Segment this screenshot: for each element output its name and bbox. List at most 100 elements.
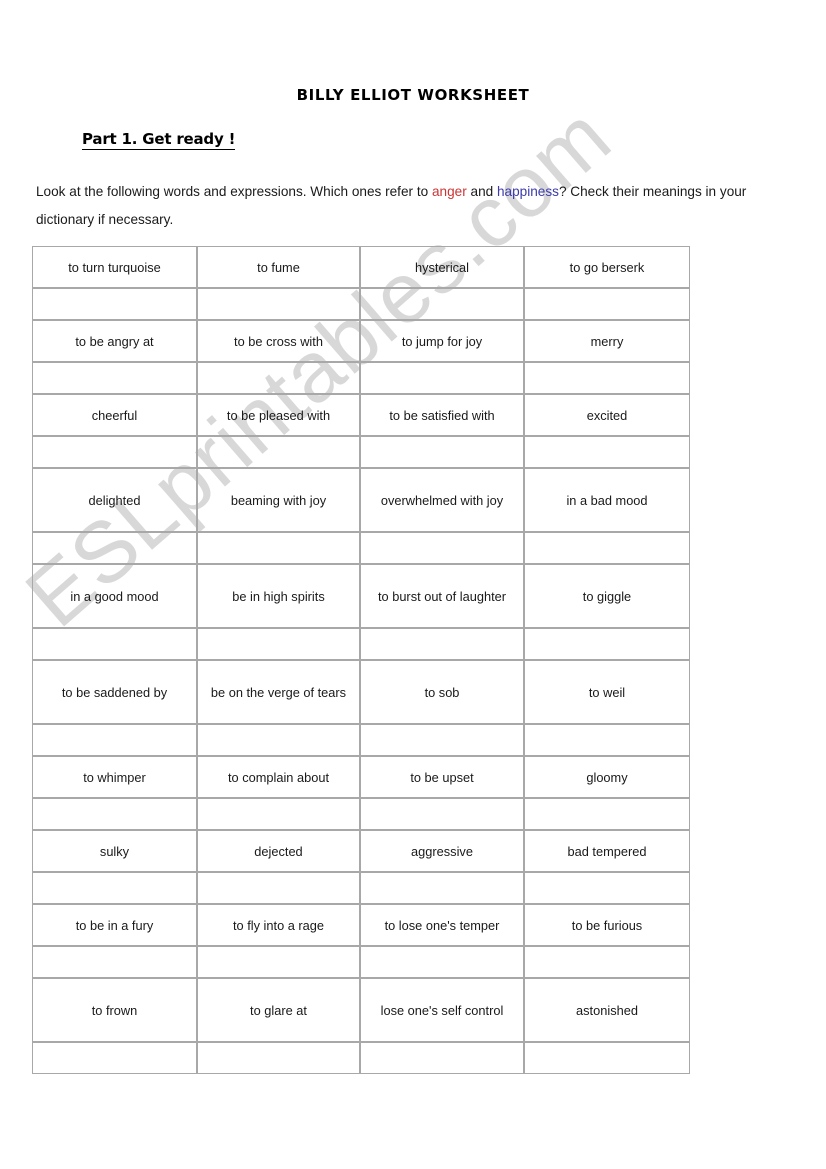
table-row: to whimper to complain about to be upset gl…: [32, 756, 690, 798]
answer-cell[interactable]: [32, 436, 197, 468]
vocabulary-cell[interactable]: to giggle: [524, 564, 690, 628]
answer-cell[interactable]: [32, 946, 197, 978]
answer-cell[interactable]: [360, 362, 524, 394]
vocabulary-cell[interactable]: to be angry at: [32, 320, 197, 362]
vocabulary-cell[interactable]: delighted: [32, 468, 197, 532]
vocabulary-cell[interactable]: to complain about: [197, 756, 360, 798]
answer-cell[interactable]: [524, 288, 690, 320]
answer-cell[interactable]: [197, 798, 360, 830]
vocabulary-cell[interactable]: beaming with joy: [197, 468, 360, 532]
answer-cell[interactable]: [524, 798, 690, 830]
vocabulary-cell[interactable]: sulky: [32, 830, 197, 872]
vocabulary-cell[interactable]: aggressive: [360, 830, 524, 872]
answer-cell[interactable]: [197, 288, 360, 320]
answer-cell[interactable]: [360, 798, 524, 830]
answer-cell[interactable]: [360, 872, 524, 904]
answer-row: [32, 724, 690, 756]
answer-cell[interactable]: [32, 872, 197, 904]
answer-cell[interactable]: [524, 362, 690, 394]
answer-cell[interactable]: [197, 1042, 360, 1074]
answer-cell[interactable]: [32, 628, 197, 660]
answer-cell[interactable]: [32, 532, 197, 564]
answer-row: [32, 1042, 690, 1074]
vocabulary-cell[interactable]: gloomy: [524, 756, 690, 798]
highlight-anger: anger: [431, 184, 467, 199]
vocabulary-cell[interactable]: to be pleased with: [197, 394, 360, 436]
answer-cell[interactable]: [32, 724, 197, 756]
vocabulary-cell[interactable]: in a good mood: [32, 564, 197, 628]
answer-cell[interactable]: [197, 724, 360, 756]
part-heading: Part 1. Get ready !: [82, 130, 236, 150]
answer-cell[interactable]: [360, 288, 524, 320]
vocabulary-cell[interactable]: cheerful: [32, 394, 197, 436]
answer-cell[interactable]: [524, 532, 690, 564]
answer-cell[interactable]: [32, 1042, 197, 1074]
answer-cell[interactable]: [360, 724, 524, 756]
answer-cell[interactable]: [524, 1042, 690, 1074]
answer-cell[interactable]: [524, 946, 690, 978]
answer-cell[interactable]: [197, 436, 360, 468]
answer-row: [32, 436, 690, 468]
answer-cell[interactable]: [524, 872, 690, 904]
table-row: in a good mood be in high spirits to burst…: [32, 564, 690, 628]
vocabulary-cell[interactable]: to frown: [32, 978, 197, 1042]
answer-row: [32, 362, 690, 394]
vocabulary-cell[interactable]: to weil: [524, 660, 690, 724]
answer-cell[interactable]: [360, 628, 524, 660]
vocabulary-cell[interactable]: astonished: [524, 978, 690, 1042]
answer-cell[interactable]: [197, 532, 360, 564]
answer-cell[interactable]: [197, 872, 360, 904]
answer-cell[interactable]: [197, 628, 360, 660]
vocabulary-cell[interactable]: lose one's self control: [360, 978, 524, 1042]
vocabulary-cell[interactable]: to lose one's temper: [360, 904, 524, 946]
answer-cell[interactable]: [32, 798, 197, 830]
vocabulary-cell[interactable]: excited: [524, 394, 690, 436]
vocabulary-cell[interactable]: to jump for joy: [360, 320, 524, 362]
answer-cell[interactable]: [360, 1042, 524, 1074]
vocabulary-cell[interactable]: to be saddened by: [32, 660, 197, 724]
table-row: cheerful to be pleased with to be satisfie…: [32, 394, 690, 436]
vocabulary-cell[interactable]: to sob: [360, 660, 524, 724]
vocabulary-cell[interactable]: to be upset: [360, 756, 524, 798]
answer-cell[interactable]: [360, 946, 524, 978]
instructions-paragraph: Look at the following words and expressi…: [36, 178, 776, 234]
answer-row: [32, 798, 690, 830]
highlight-happiness: happiness: [496, 184, 559, 199]
answer-row: [32, 532, 690, 564]
vocabulary-cell[interactable]: dejected: [197, 830, 360, 872]
vocabulary-cell[interactable]: merry: [524, 320, 690, 362]
vocabulary-cell[interactable]: to whimper: [32, 756, 197, 798]
answer-cell[interactable]: [524, 436, 690, 468]
vocabulary-cell[interactable]: to go berserk: [524, 246, 690, 288]
vocabulary-cell[interactable]: to turn turquoise: [32, 246, 197, 288]
vocabulary-cell[interactable]: to be furious: [524, 904, 690, 946]
vocabulary-cell[interactable]: overwhelmed with joy: [360, 468, 524, 532]
answer-cell[interactable]: [32, 362, 197, 394]
answer-cell[interactable]: [360, 532, 524, 564]
vocabulary-cell[interactable]: to fume: [197, 246, 360, 288]
table-row: sulky dejected aggressive bad tempered: [32, 830, 690, 872]
answer-row: [32, 628, 690, 660]
answer-cell[interactable]: [524, 628, 690, 660]
vocabulary-cell[interactable]: to fly into a rage: [197, 904, 360, 946]
instructions-segment-1: Look at the following words and expressi…: [36, 184, 432, 199]
vocabulary-cell[interactable]: be on the verge of tears: [197, 660, 360, 724]
page-title: BILLY ELLIOT WORKSHEET: [296, 86, 530, 104]
answer-cell[interactable]: [197, 946, 360, 978]
answer-cell[interactable]: [32, 288, 197, 320]
answer-row: [32, 288, 690, 320]
worksheet-page: BILLY ELLIOT WORKSHEET Part 1. Get ready…: [0, 0, 826, 1169]
vocabulary-cell[interactable]: to be in a fury: [32, 904, 197, 946]
vocabulary-cell[interactable]: to glare at: [197, 978, 360, 1042]
answer-cell[interactable]: [360, 436, 524, 468]
vocabulary-table-body: to turn turquoise to fume hysterical to go …: [32, 246, 690, 1074]
vocabulary-cell[interactable]: to be satisfied with: [360, 394, 524, 436]
vocabulary-cell[interactable]: hysterical: [360, 246, 524, 288]
answer-cell[interactable]: [197, 362, 360, 394]
vocabulary-cell[interactable]: in a bad mood: [524, 468, 690, 532]
vocabulary-cell[interactable]: be in high spirits: [197, 564, 360, 628]
vocabulary-cell[interactable]: to be cross with: [197, 320, 360, 362]
answer-cell[interactable]: [524, 724, 690, 756]
vocabulary-cell[interactable]: bad tempered: [524, 830, 690, 872]
vocabulary-cell[interactable]: to burst out of laughter: [360, 564, 524, 628]
